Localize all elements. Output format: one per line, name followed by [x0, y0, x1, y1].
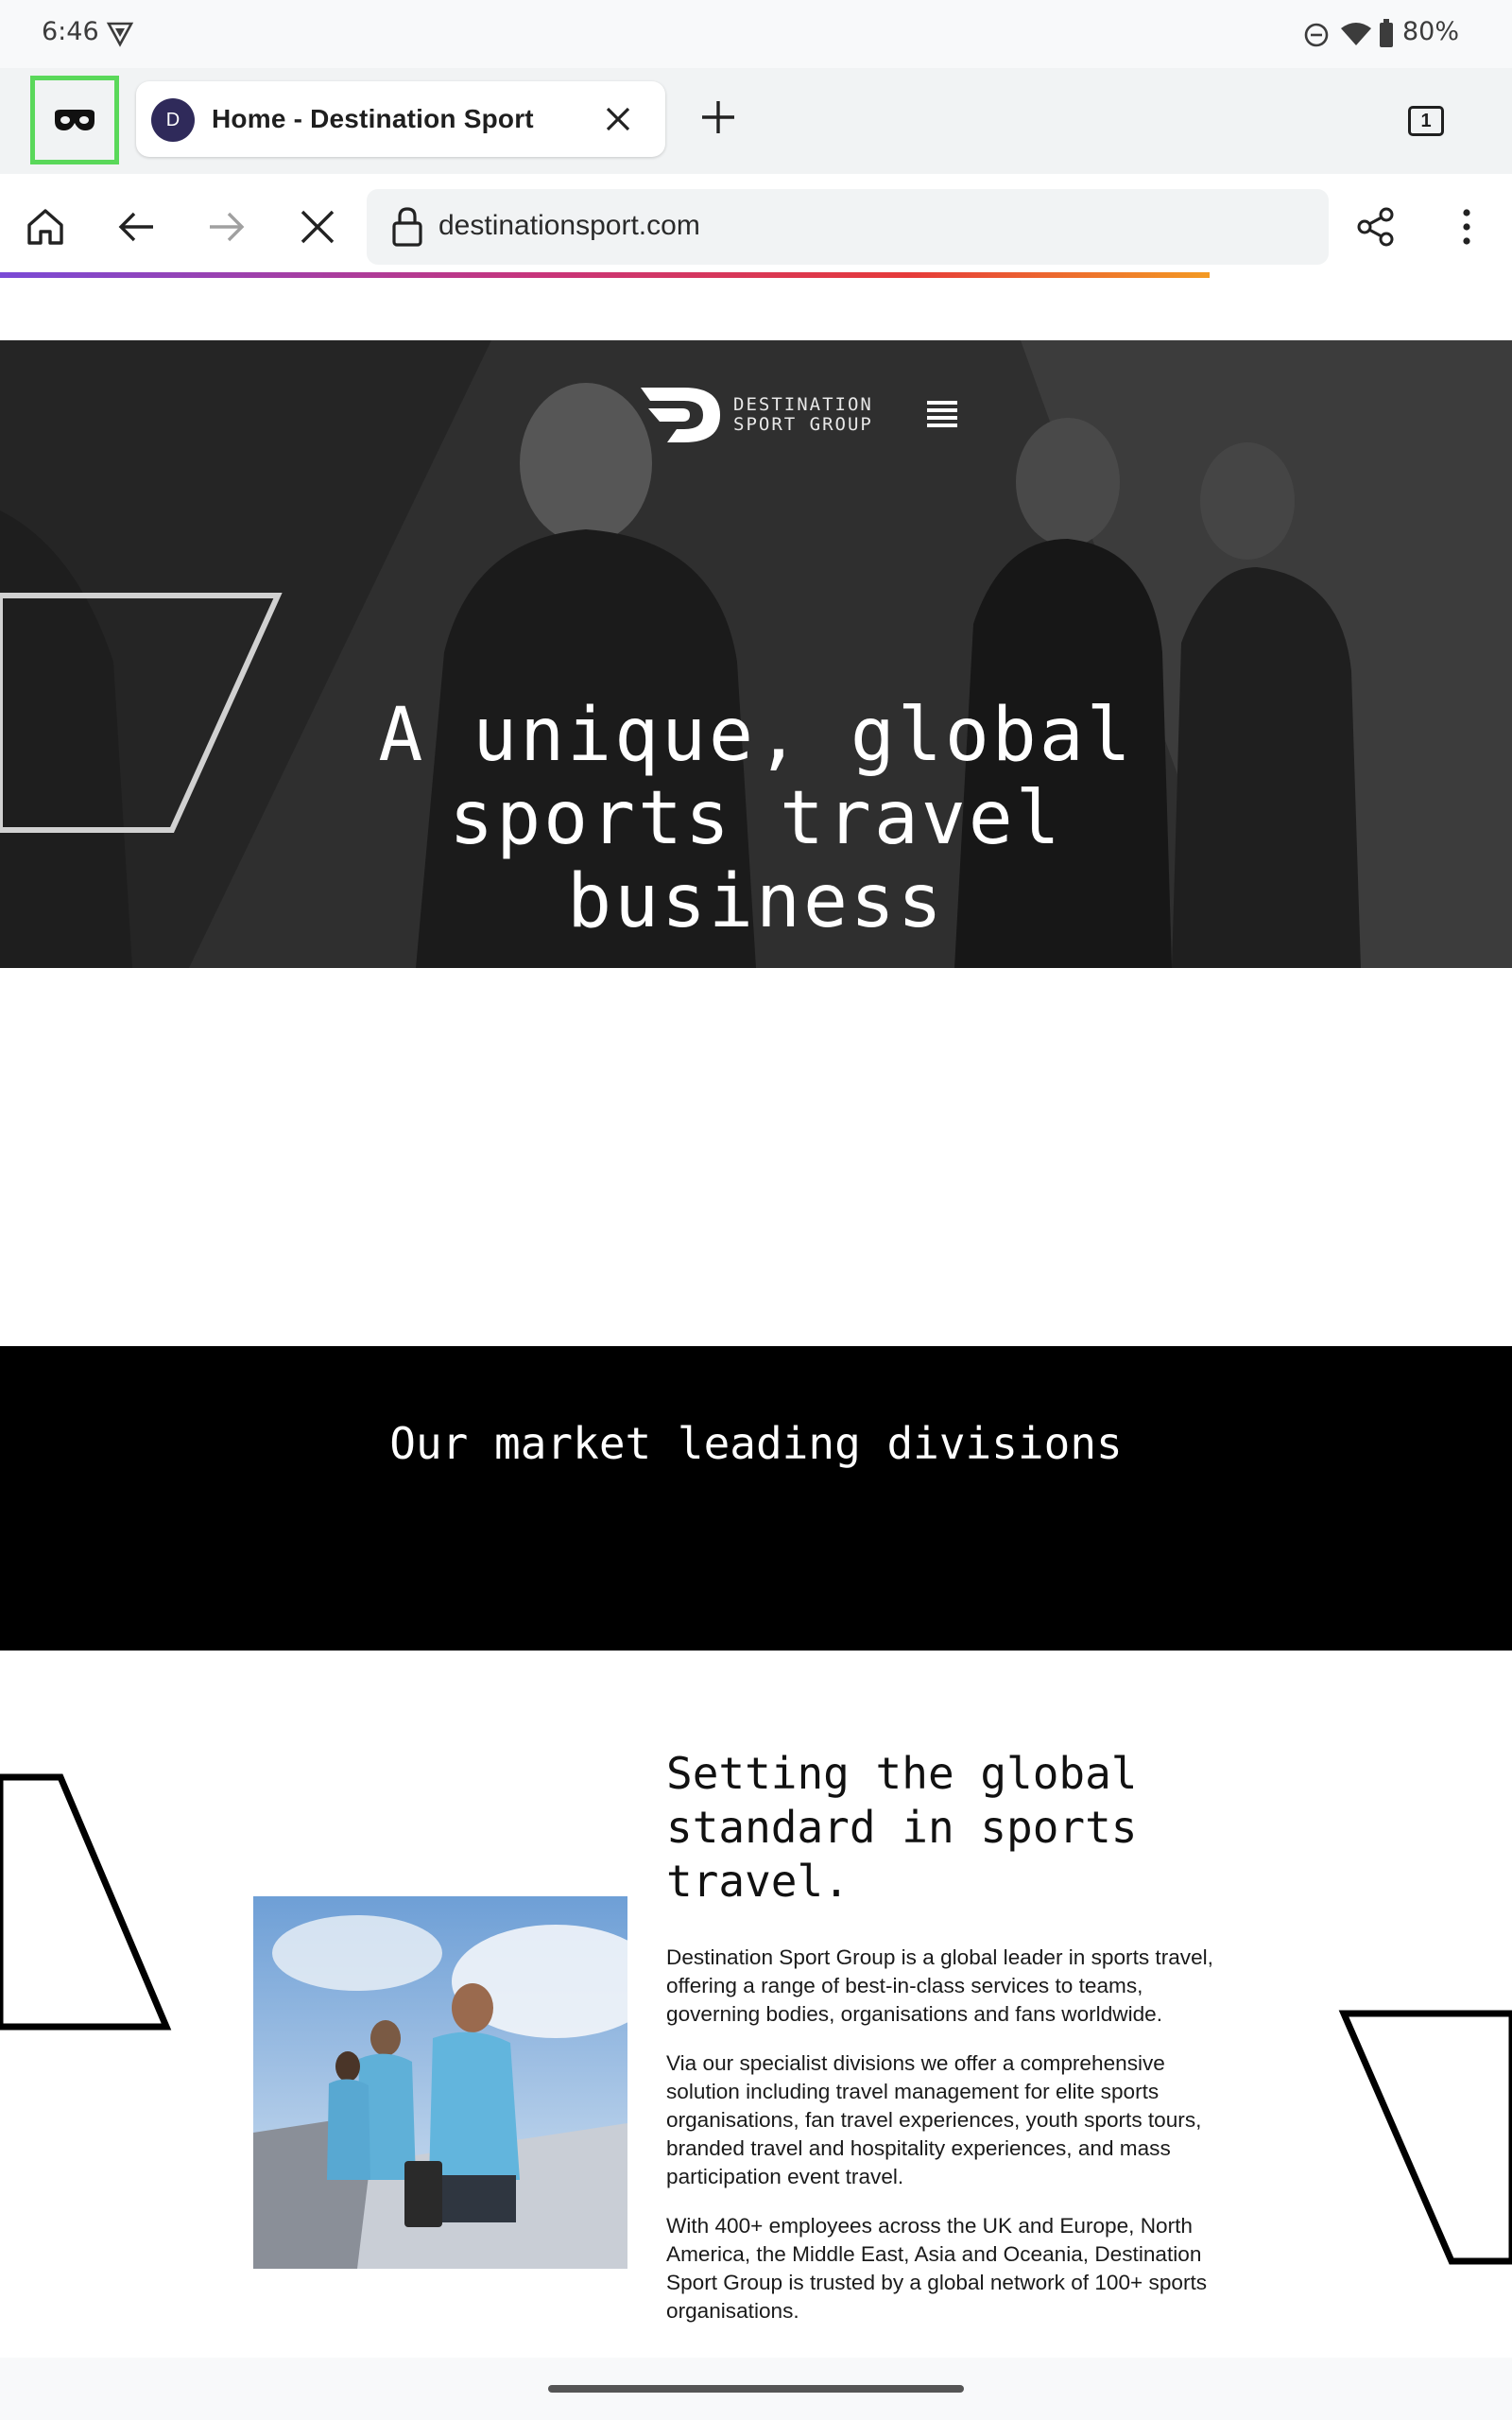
wifi-icon — [1341, 23, 1371, 45]
dnd-icon — [1304, 23, 1329, 47]
about-paragraph-1: Destination Sport Group is a global lead… — [666, 1945, 1213, 2026]
plus-icon — [702, 101, 734, 133]
status-time: 6:46 — [42, 17, 99, 46]
gesture-handle[interactable] — [548, 2385, 964, 2393]
forward-button[interactable] — [200, 200, 253, 253]
team-boarding-photo — [253, 1896, 627, 2269]
tab-close-button[interactable] — [597, 98, 639, 140]
tab-title: Home - Destination Sport — [212, 104, 534, 133]
stop-loading-icon — [301, 210, 335, 244]
home-button[interactable] — [19, 200, 72, 253]
lock-icon — [392, 207, 422, 247]
decorative-parallelogram-left — [0, 1773, 172, 2031]
forward-arrow-icon — [210, 212, 245, 242]
site-security-button[interactable] — [386, 204, 429, 250]
close-icon — [606, 107, 630, 131]
private-mode-button[interactable] — [30, 76, 119, 164]
hero-section: DESTINATION SPORT GROUP A unique, global… — [0, 340, 1512, 968]
more-menu-button[interactable] — [1440, 200, 1493, 253]
about-heading: Setting the global standard in sports tr… — [666, 1747, 1195, 1909]
vpn-shield-icon — [106, 22, 134, 47]
battery-icon — [1380, 19, 1393, 47]
browser-tab-active[interactable]: D Home - Destination Sport — [136, 81, 665, 157]
share-button[interactable] — [1349, 200, 1402, 253]
decorative-parallelogram-right — [1338, 2010, 1512, 2265]
about-paragraph-3: With 400+ employees across the UK and Eu… — [666, 2214, 1208, 2323]
page-load-progress-bar — [0, 272, 1210, 278]
new-tab-button[interactable] — [697, 96, 739, 138]
back-arrow-icon — [118, 212, 153, 242]
address-bar[interactable]: destinationsport.com — [367, 189, 1329, 265]
tab-favicon: D — [151, 98, 195, 142]
status-bar: 6:46 80% — [0, 0, 1512, 68]
hamburger-menu-icon[interactable] — [926, 399, 958, 431]
hero-heading-line2: sports travel — [449, 776, 1063, 861]
team-photo-illustration — [253, 1896, 627, 2269]
more-vert-icon — [1463, 209, 1470, 245]
share-icon — [1357, 207, 1394, 247]
hero-heading-line1: A unique, global — [378, 693, 1134, 778]
divisions-heading: Our market leading divisions — [389, 1418, 1123, 1469]
about-heading-line2: standard in sports — [666, 1802, 1138, 1853]
logo-line2: SPORT GROUP — [733, 414, 873, 435]
tab-switcher-button[interactable]: 1 — [1408, 106, 1444, 136]
hero-heading: A unique, global sports travel business — [284, 694, 1228, 943]
back-button[interactable] — [110, 200, 163, 253]
destination-sport-logo-mark — [641, 388, 720, 442]
private-mask-icon — [55, 110, 94, 130]
url-text[interactable]: destinationsport.com — [438, 210, 700, 242]
stop-loading-button[interactable] — [291, 200, 344, 253]
about-paragraph-2: Via our specialist divisions we offer a … — [666, 2051, 1202, 2188]
about-heading-line1: Setting the global — [666, 1748, 1138, 1799]
hero-heading-line3: business — [567, 859, 945, 944]
battery-level: 80% — [1401, 17, 1459, 46]
divisions-section: Our market leading divisions — [0, 1346, 1512, 1651]
home-icon — [27, 209, 63, 245]
destination-sport-group-logo-text: DESTINATION SPORT GROUP — [733, 395, 873, 435]
logo-line1: DESTINATION — [733, 394, 873, 415]
about-heading-line3: travel. — [666, 1856, 850, 1907]
